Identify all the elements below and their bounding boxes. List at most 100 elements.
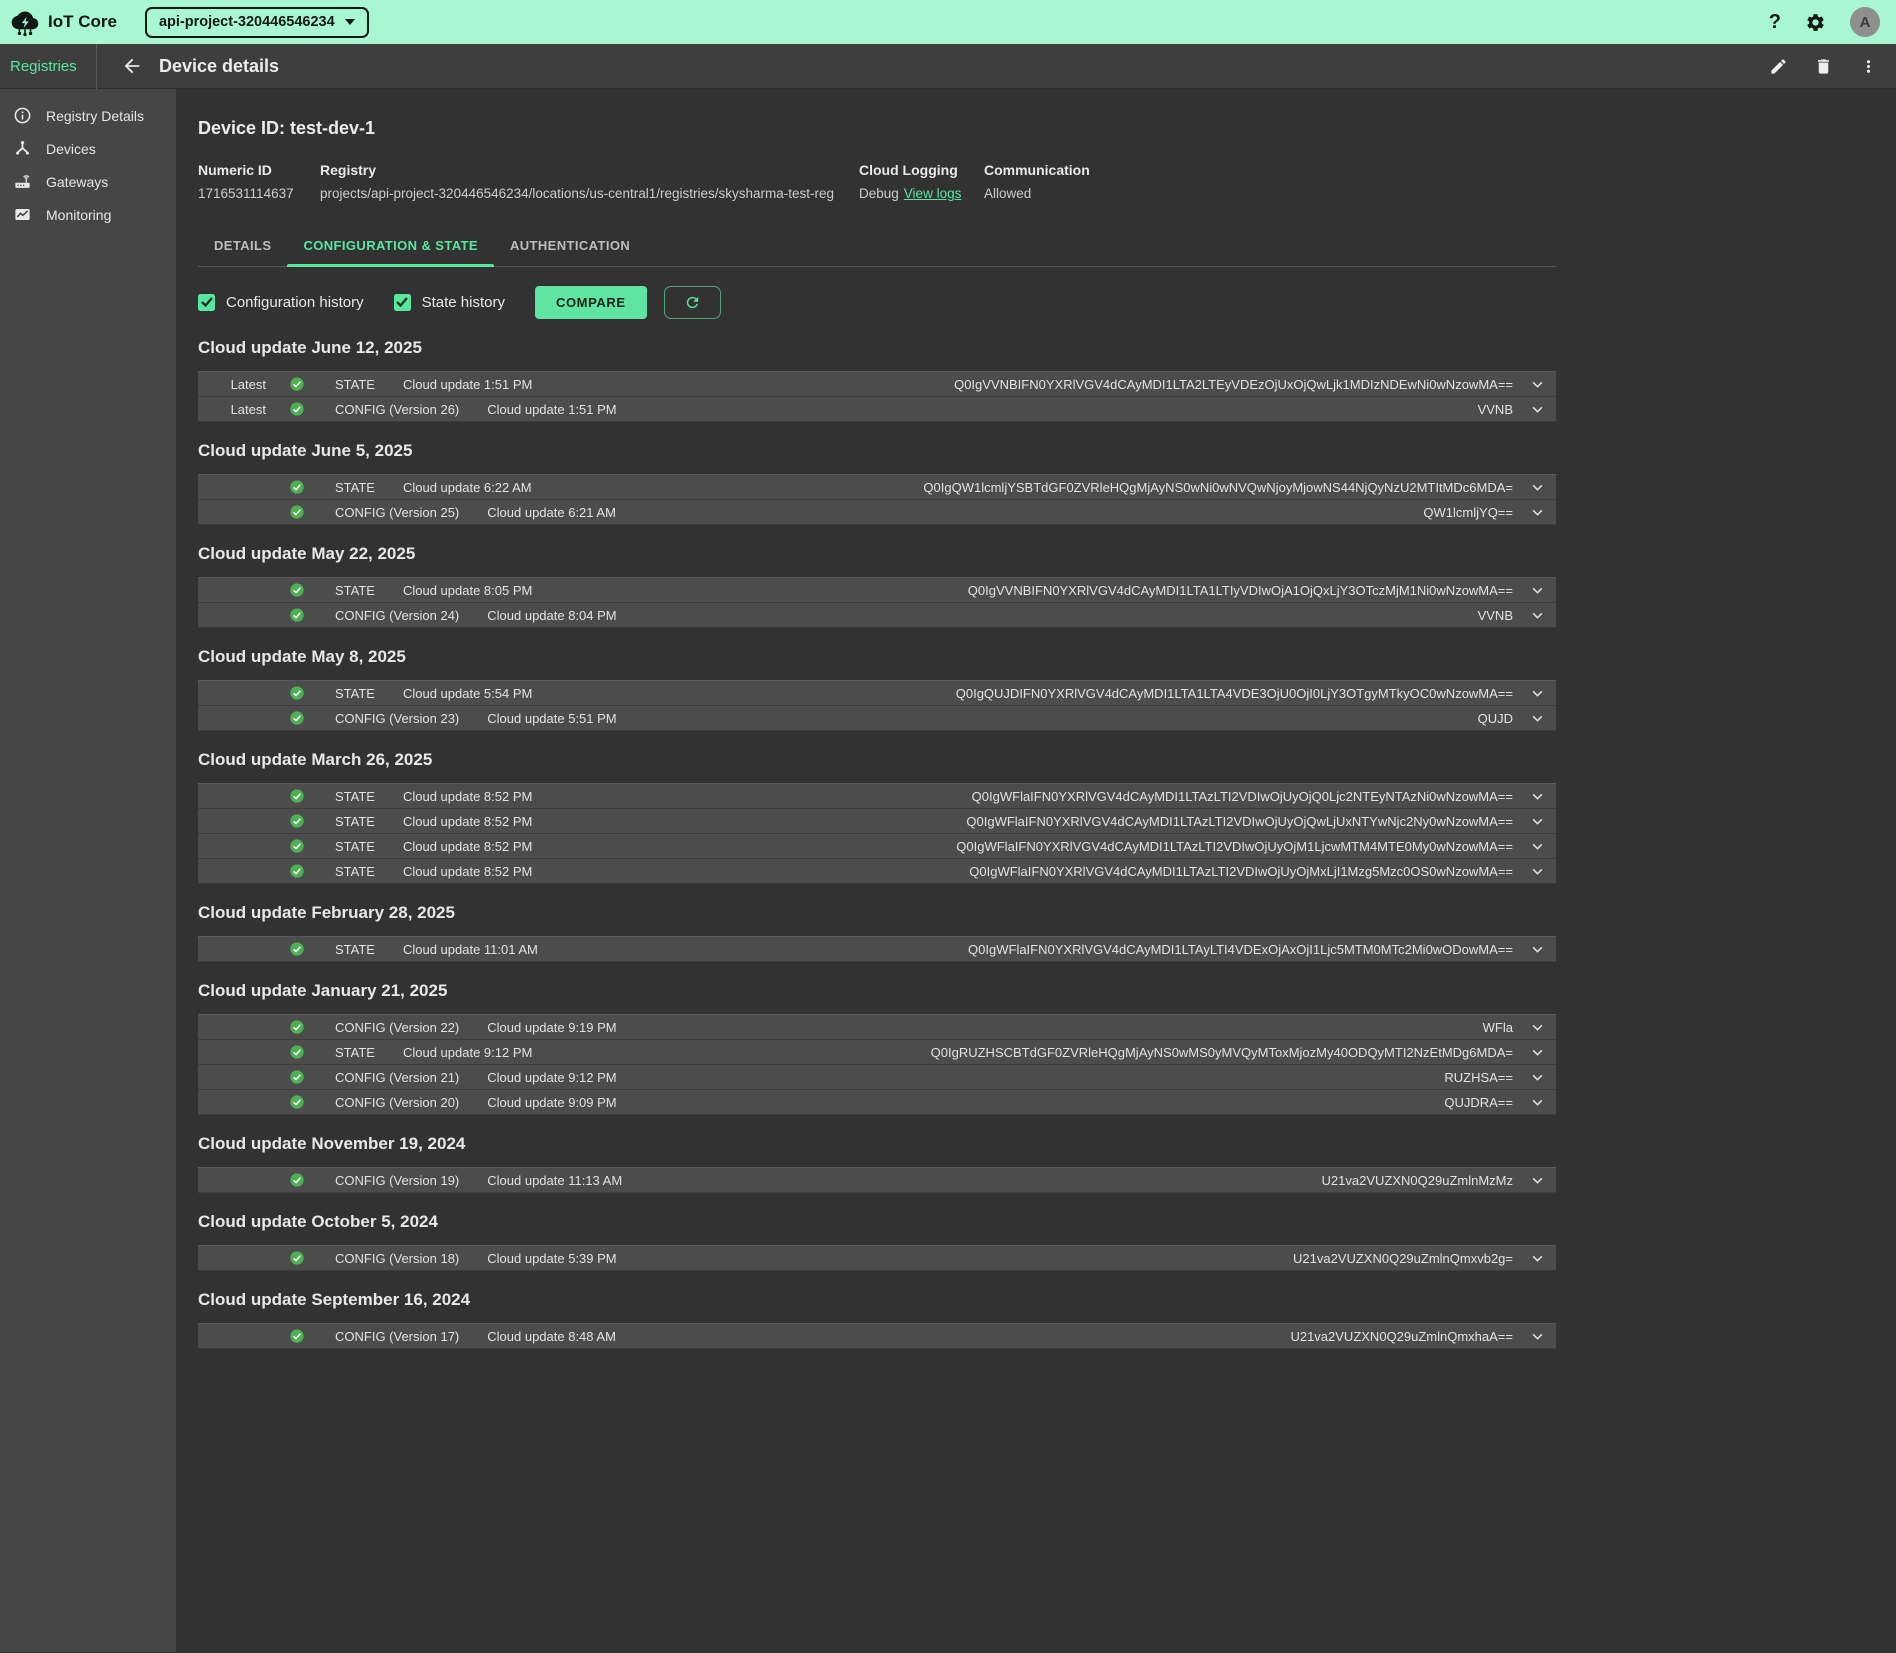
history-row[interactable]: STATE Cloud update 8:05 PM Q0IgVVNBIFN0Y… [198,578,1556,603]
info-icon [13,106,32,125]
back-arrow-icon[interactable] [121,55,143,77]
avatar[interactable]: A [1850,7,1880,37]
breadcrumb-registries[interactable]: Registries [0,58,96,75]
view-logs-link[interactable]: View logs [904,186,962,201]
row-update: Cloud update 5:54 PM [403,686,532,701]
section-title: Cloud update March 26, 2025 [198,749,1556,771]
row-value: QW1lcmljYQ== [1423,505,1513,520]
compare-button[interactable]: COMPARE [535,286,647,319]
chevron-down-icon[interactable] [1530,1251,1545,1266]
history-row[interactable]: STATE Cloud update 11:01 AM Q0IgWFlaIFN0… [198,937,1556,962]
chevron-down-icon[interactable] [1530,1095,1545,1110]
row-type: STATE [335,583,375,598]
history-row[interactable]: CONFIG (Version 25) Cloud update 6:21 AM… [198,500,1556,525]
history-row[interactable]: CONFIG (Version 19) Cloud update 11:13 A… [198,1168,1556,1193]
history-row[interactable]: CONFIG (Version 24) Cloud update 8:04 PM… [198,603,1556,628]
history-filters: Configuration history State history COMP… [198,285,1556,319]
cloud-logging-block: Cloud Logging DebugView logs [859,162,984,202]
kebab-menu-icon[interactable] [1859,57,1878,76]
chevron-down-icon[interactable] [1530,839,1545,854]
sidebar-item-monitoring[interactable]: Monitoring [0,198,176,231]
chevron-down-icon[interactable] [1530,1173,1545,1188]
row-value: RUZHSA== [1444,1070,1513,1085]
devices-icon [13,139,32,158]
row-type: CONFIG (Version 26) [335,402,459,417]
sidebar-item-registry-details[interactable]: Registry Details [0,99,176,132]
history-section: Cloud update October 5, 2024 CONFIG (Ver… [198,1211,1556,1271]
tab-authentication[interactable]: AUTHENTICATION [494,228,646,266]
chevron-down-icon[interactable] [1530,583,1545,598]
chevron-down-icon[interactable] [1530,1045,1545,1060]
row-update: Cloud update 8:52 PM [403,789,532,804]
sidebar-item-label: Monitoring [46,207,111,223]
success-check-icon [289,1019,305,1035]
success-check-icon [289,479,305,495]
chevron-down-icon[interactable] [1530,942,1545,957]
configuration-history-checkbox[interactable] [198,294,215,311]
project-selector[interactable]: api-project-320446546234 [145,7,369,38]
row-type: STATE [335,814,375,829]
chevron-down-icon[interactable] [1530,1329,1545,1344]
chevron-down-icon[interactable] [1530,377,1545,392]
history-row[interactable]: CONFIG (Version 18) Cloud update 5:39 PM… [198,1246,1556,1271]
row-tag: Latest [198,402,266,417]
history-row[interactable]: CONFIG (Version 22) Cloud update 9:19 PM… [198,1015,1556,1040]
row-update: Cloud update 8:04 PM [487,608,616,623]
history-row[interactable]: STATE Cloud update 8:52 PM Q0IgWFlaIFN0Y… [198,859,1556,884]
row-update: Cloud update 9:09 PM [487,1095,616,1110]
chevron-down-icon[interactable] [1530,480,1545,495]
row-value: Q0IgWFlaIFN0YXRlVGV4dCAyMDI1LTAzLTI2VDIw… [956,839,1513,854]
settings-gear-icon[interactable] [1805,12,1826,33]
chevron-down-icon[interactable] [1530,686,1545,701]
history-row[interactable]: CONFIG (Version 23) Cloud update 5:51 PM… [198,706,1556,731]
history-row[interactable]: STATE Cloud update 8:52 PM Q0IgWFlaIFN0Y… [198,809,1556,834]
chevron-down-icon[interactable] [1530,864,1545,879]
chevron-down-icon[interactable] [1530,789,1545,804]
history-row[interactable]: CONFIG (Version 21) Cloud update 9:12 PM… [198,1065,1556,1090]
row-update: Cloud update 1:51 PM [403,377,532,392]
sidebar-item-devices[interactable]: Devices [0,132,176,165]
row-value: QUJDRA== [1444,1095,1513,1110]
numeric-id-label: Numeric ID [198,162,320,179]
success-check-icon [289,1094,305,1110]
tab-configuration-state[interactable]: CONFIGURATION & STATE [287,228,494,266]
section-rows: STATE Cloud update 5:54 PM Q0IgQUJDIFN0Y… [198,680,1556,731]
chevron-down-icon[interactable] [1530,814,1545,829]
row-update: Cloud update 8:52 PM [403,864,532,879]
help-icon[interactable]: ? [1769,11,1781,34]
chevron-down-icon[interactable] [1530,1020,1545,1035]
history-row[interactable]: Latest CONFIG (Version 26) Cloud update … [198,397,1556,422]
chevron-down-icon[interactable] [1530,608,1545,623]
row-update: Cloud update 1:51 PM [487,402,616,417]
history-row[interactable]: CONFIG (Version 20) Cloud update 9:09 PM… [198,1090,1556,1115]
history-row[interactable]: STATE Cloud update 8:52 PM Q0IgWFlaIFN0Y… [198,834,1556,859]
sidebar-item-gateways[interactable]: Gateways [0,165,176,198]
section-rows: STATE Cloud update 11:01 AM Q0IgWFlaIFN0… [198,936,1556,962]
delete-trash-icon[interactable] [1814,57,1833,76]
chevron-down-icon[interactable] [1530,505,1545,520]
chevron-down-icon[interactable] [1530,402,1545,417]
row-update: Cloud update 6:22 AM [403,480,532,495]
state-history-checkbox[interactable] [394,294,411,311]
row-value: Q0IgWFlaIFN0YXRlVGV4dCAyMDI1LTAzLTI2VDIw… [966,814,1513,829]
edit-pencil-icon[interactable] [1769,57,1788,76]
chevron-down-icon[interactable] [1530,1070,1545,1085]
history-row[interactable]: Latest STATE Cloud update 1:51 PM Q0IgVV… [198,372,1556,397]
history-row[interactable]: STATE Cloud update 6:22 AM Q0IgQW1lcmljY… [198,475,1556,500]
toolbar-divider [96,44,97,89]
row-value: Q0IgWFlaIFN0YXRlVGV4dCAyMDI1LTAzLTI2VDIw… [969,864,1513,879]
refresh-button[interactable] [664,286,721,319]
refresh-icon [684,294,701,311]
cloud-logging-level: Debug [859,186,899,201]
page-title: Device details [159,56,279,77]
chevron-down-icon[interactable] [1530,711,1545,726]
history-row[interactable]: CONFIG (Version 17) Cloud update 8:48 AM… [198,1324,1556,1349]
history-row[interactable]: STATE Cloud update 9:12 PM Q0IgRUZHSCBTd… [198,1040,1556,1065]
history-row[interactable]: STATE Cloud update 8:52 PM Q0IgWFlaIFN0Y… [198,784,1556,809]
row-value: VVNB [1478,402,1513,417]
row-value: WFla [1483,1020,1513,1035]
row-update: Cloud update 11:13 AM [487,1173,622,1188]
tab-details[interactable]: DETAILS [198,228,287,266]
section-title: Cloud update October 5, 2024 [198,1211,1556,1233]
history-row[interactable]: STATE Cloud update 5:54 PM Q0IgQUJDIFN0Y… [198,681,1556,706]
